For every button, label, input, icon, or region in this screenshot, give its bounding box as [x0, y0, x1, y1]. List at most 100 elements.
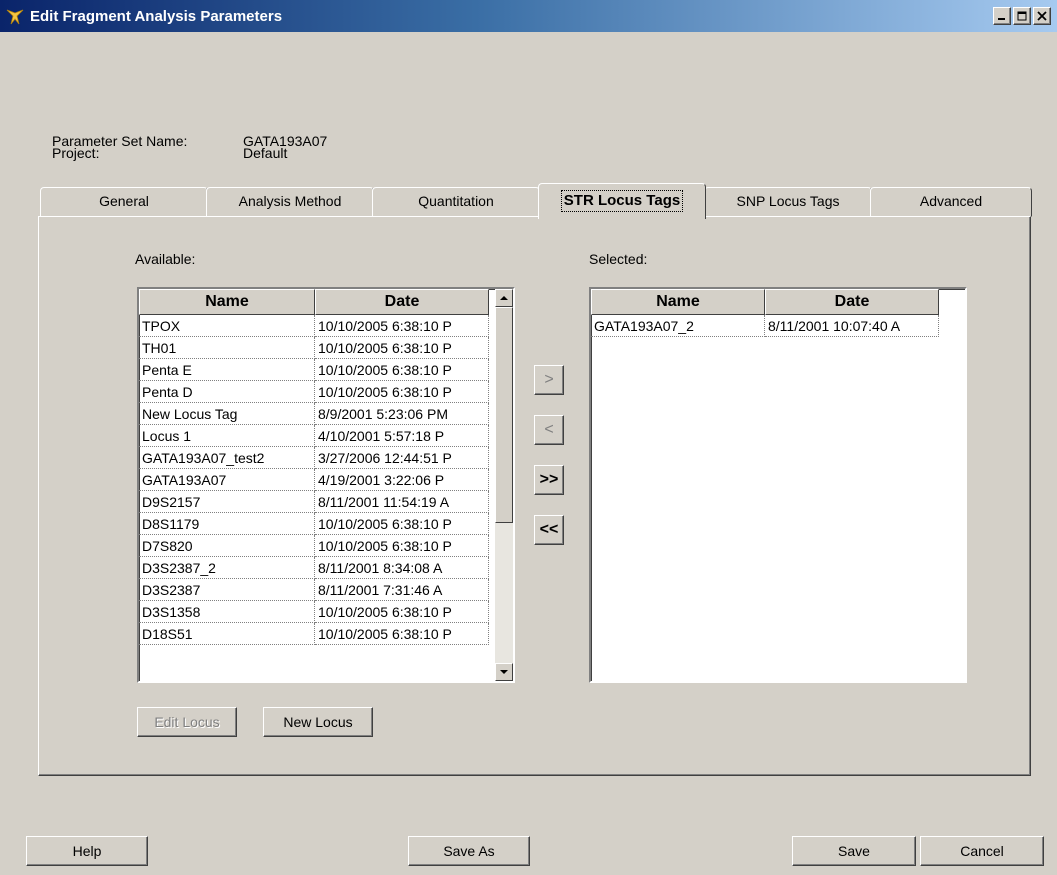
selected-list[interactable]: Name Date GATA193A07_2 8/11/2001 10:07:40…: [589, 287, 967, 683]
date-cell: 10/10/2005 6:38:10 P: [315, 315, 489, 337]
name-cell: New Locus Tag: [139, 403, 315, 425]
date-cell: 8/11/2001 11:54:19 A: [315, 491, 489, 513]
save-as-button[interactable]: Save As: [408, 836, 530, 866]
new-locus-button[interactable]: New Locus: [263, 707, 373, 737]
name-cell: GATA193A07: [139, 469, 315, 491]
remove-selected-button[interactable]: <: [534, 415, 564, 445]
scroll-up-button[interactable]: [495, 289, 513, 307]
date-cell: 10/10/2005 6:38:10 P: [315, 513, 489, 535]
remove-all-label: <<: [539, 521, 559, 538]
date-cell: 10/10/2005 6:38:10 P: [315, 381, 489, 403]
name-cell: D3S2387: [139, 579, 315, 601]
add-selected-label: >: [544, 371, 554, 388]
table-row[interactable]: D3S2387_2 8/11/2001 8:34:08 A: [139, 557, 489, 579]
tab-panel: Available: Selected: Name Date TPOX 10/10…: [38, 216, 1031, 776]
help-button[interactable]: Help: [26, 836, 148, 866]
tab-analysis-method-label: Analysis Method: [238, 193, 342, 209]
title-bar: Edit Fragment Analysis Parameters: [0, 0, 1057, 32]
name-cell: Locus 1: [139, 425, 315, 447]
scroll-thumb[interactable]: [495, 307, 513, 523]
name-cell: D18S51: [139, 623, 315, 645]
date-cell: 10/10/2005 6:38:10 P: [315, 535, 489, 557]
table-row[interactable]: TPOX 10/10/2005 6:38:10 P: [139, 315, 489, 337]
add-all-button[interactable]: >>: [534, 465, 564, 495]
tab-advanced-label: Advanced: [919, 193, 983, 209]
table-row[interactable]: Penta E 10/10/2005 6:38:10 P: [139, 359, 489, 381]
table-row[interactable]: D3S2387 8/11/2001 7:31:46 A: [139, 579, 489, 601]
add-all-label: >>: [539, 471, 559, 488]
date-cell: 8/11/2001 10:07:40 A: [765, 315, 939, 337]
tab-general-label: General: [99, 193, 149, 209]
name-cell: D7S820: [139, 535, 315, 557]
name-cell: D3S1358: [139, 601, 315, 623]
available-label: Available:: [135, 251, 196, 267]
edit-locus-button[interactable]: Edit Locus: [137, 707, 237, 737]
minimize-icon: [998, 18, 1005, 20]
maximize-button[interactable]: [1013, 7, 1031, 25]
tab-quantitation[interactable]: Quantitation: [372, 187, 540, 217]
cancel-label: Cancel: [960, 843, 1004, 859]
name-cell: GATA193A07_test2: [139, 447, 315, 469]
project-value: Default: [243, 145, 288, 161]
name-cell: D3S2387_2: [139, 557, 315, 579]
table-row[interactable]: GATA193A07_2 8/11/2001 10:07:40 A: [591, 315, 939, 337]
name-cell: TPOX: [139, 315, 315, 337]
window-title: Edit Fragment Analysis Parameters: [30, 7, 283, 25]
selected-name-header[interactable]: Name: [591, 289, 765, 315]
remove-all-button[interactable]: <<: [534, 515, 564, 545]
date-cell: 10/10/2005 6:38:10 P: [315, 359, 489, 381]
tab-advanced[interactable]: Advanced: [870, 187, 1032, 217]
table-row[interactable]: D3S1358 10/10/2005 6:38:10 P: [139, 601, 489, 623]
close-icon: [1037, 11, 1047, 21]
date-cell: 4/10/2001 5:57:18 P: [315, 425, 489, 447]
tab-str-locus-tags[interactable]: STR Locus Tags: [538, 183, 706, 219]
date-cell: 10/10/2005 6:38:10 P: [315, 601, 489, 623]
available-date-header[interactable]: Date: [315, 289, 489, 315]
date-cell: 4/19/2001 3:22:06 P: [315, 469, 489, 491]
available-scrollbar[interactable]: [495, 289, 513, 681]
tab-general[interactable]: General: [40, 187, 208, 217]
table-row[interactable]: GATA193A07 4/19/2001 3:22:06 P: [139, 469, 489, 491]
close-button[interactable]: [1033, 7, 1051, 25]
table-row[interactable]: D8S1179 10/10/2005 6:38:10 P: [139, 513, 489, 535]
date-cell: 8/11/2001 8:34:08 A: [315, 557, 489, 579]
table-row[interactable]: GATA193A07_test2 3/27/2006 12:44:51 P: [139, 447, 489, 469]
add-selected-button[interactable]: >: [534, 365, 564, 395]
date-cell: 10/10/2005 6:38:10 P: [315, 623, 489, 645]
new-locus-label: New Locus: [283, 714, 353, 730]
save-label: Save: [838, 843, 870, 859]
table-row[interactable]: New Locus Tag 8/9/2001 5:23:06 PM: [139, 403, 489, 425]
tab-str-locus-tags-label: STR Locus Tags: [560, 190, 684, 212]
date-cell: 3/27/2006 12:44:51 P: [315, 447, 489, 469]
table-row[interactable]: Penta D 10/10/2005 6:38:10 P: [139, 381, 489, 403]
cancel-button[interactable]: Cancel: [920, 836, 1044, 866]
tab-analysis-method[interactable]: Analysis Method: [206, 187, 374, 217]
date-cell: 8/9/2001 5:23:06 PM: [315, 403, 489, 425]
table-row[interactable]: Locus 1 4/10/2001 5:57:18 P: [139, 425, 489, 447]
date-cell: 8/11/2001 7:31:46 A: [315, 579, 489, 601]
date-cell: 10/10/2005 6:38:10 P: [315, 337, 489, 359]
minimize-button[interactable]: [993, 7, 1011, 25]
tab-quantitation-label: Quantitation: [418, 193, 494, 209]
save-button[interactable]: Save: [792, 836, 916, 866]
name-cell: D8S1179: [139, 513, 315, 535]
scroll-down-button[interactable]: [495, 663, 513, 681]
remove-selected-label: <: [544, 421, 554, 438]
table-row[interactable]: D18S51 10/10/2005 6:38:10 P: [139, 623, 489, 645]
name-cell: TH01: [139, 337, 315, 359]
available-list[interactable]: Name Date TPOX 10/10/2005 6:38:10 P TH01 10…: [137, 287, 515, 683]
project-label: Project:: [52, 145, 100, 161]
available-name-header[interactable]: Name: [139, 289, 315, 315]
table-row[interactable]: D9S2157 8/11/2001 11:54:19 A: [139, 491, 489, 513]
name-cell: GATA193A07_2: [591, 315, 765, 337]
selected-date-header[interactable]: Date: [765, 289, 939, 315]
app-logo-icon: [6, 9, 24, 25]
tab-snp-locus-tags-label: SNP Locus Tags: [736, 193, 840, 209]
scroll-up-icon: [500, 296, 508, 300]
tab-snp-locus-tags[interactable]: SNP Locus Tags: [704, 187, 872, 217]
name-cell: Penta D: [139, 381, 315, 403]
help-label: Help: [72, 843, 102, 859]
table-row[interactable]: D7S820 10/10/2005 6:38:10 P: [139, 535, 489, 557]
maximize-icon: [1017, 11, 1027, 21]
table-row[interactable]: TH01 10/10/2005 6:38:10 P: [139, 337, 489, 359]
